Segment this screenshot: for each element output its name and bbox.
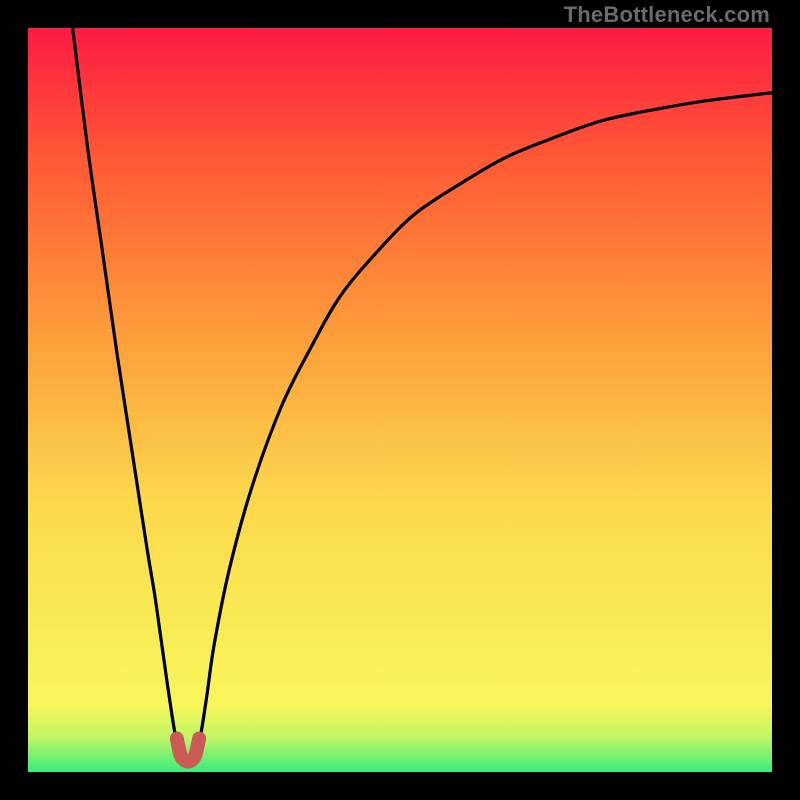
bottleneck-chart — [28, 28, 772, 772]
chart-background — [28, 28, 772, 772]
attribution-label: TheBottleneck.com — [564, 2, 770, 28]
